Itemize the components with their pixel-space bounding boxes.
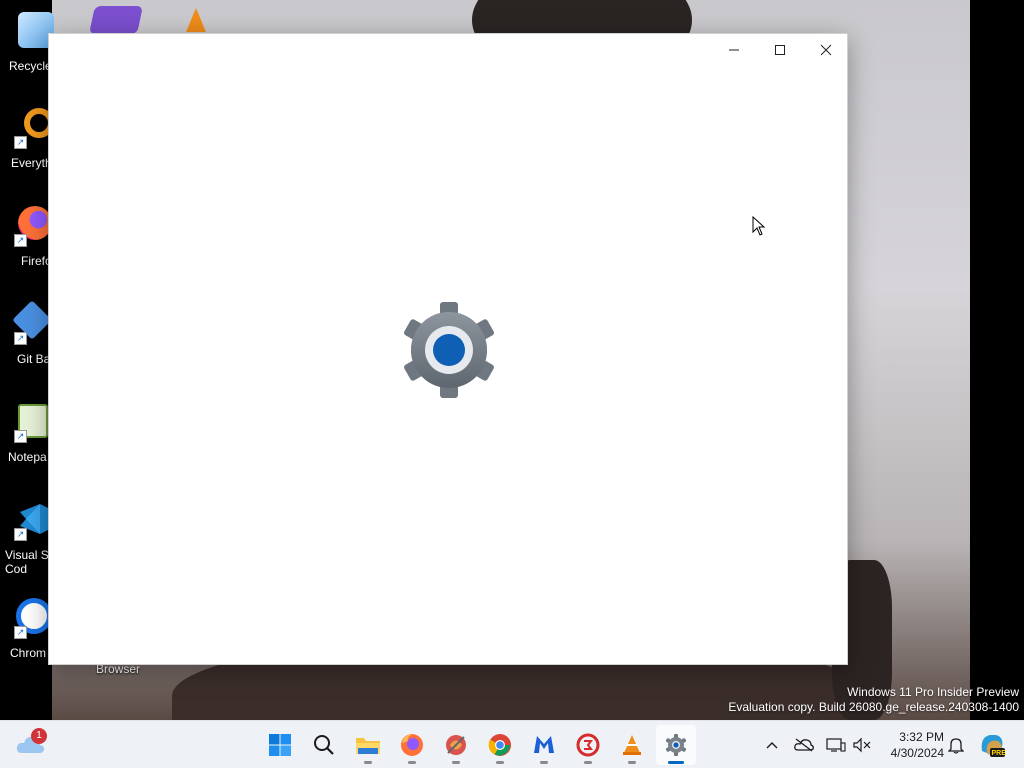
settings-window[interactable] (48, 33, 848, 665)
taskbar: 3:32 PM 4/30/2024 PRE (0, 720, 1024, 768)
desktop-icon-vscode[interactable]: ↗ Visual St Cod (0, 490, 52, 590)
desktop-icon-notepad-plus-plus[interactable]: ↗ Notepa (0, 392, 52, 488)
firefox-icon (401, 734, 423, 756)
desktop-icon-recycle-bin[interactable]: Recycle (0, 2, 54, 98)
desktop-icon-firefox[interactable]: ↗ Firefo (0, 196, 52, 292)
taskbar-start[interactable] (260, 725, 300, 765)
settings-gear-icon (665, 734, 687, 756)
taskbar-file-explorer[interactable] (348, 725, 388, 765)
tray-volume[interactable] (850, 733, 874, 757)
vlc-icon[interactable] (186, 8, 206, 32)
watermark-line-1: Windows 11 Pro Insider Preview (847, 685, 1019, 699)
ccleaner-icon (446, 735, 466, 755)
close-icon (820, 44, 832, 56)
chevron-up-icon (766, 742, 778, 749)
chrome-icon (488, 734, 511, 756)
close-button[interactable] (803, 34, 849, 66)
folder-icon (356, 738, 380, 754)
taskbar-firefox[interactable] (392, 725, 432, 765)
bell-icon (948, 738, 964, 754)
shortcut-arrow-icon: ↗ (14, 626, 27, 639)
volume-muted-icon (853, 737, 871, 753)
visual-studio-icon[interactable] (89, 6, 143, 34)
evaluation-watermark: Windows 11 Pro Insider Preview Evaluatio… (728, 685, 1019, 715)
windows-start-icon (269, 734, 291, 756)
clock-date: 4/30/2024 (890, 746, 944, 760)
desktop-icon-chrome[interactable]: ↗ Chrom (0, 588, 52, 684)
onedrive-offline-icon (794, 738, 814, 752)
taskbar-recovery-app[interactable] (568, 725, 608, 765)
taskbar-malwarebytes[interactable] (524, 725, 564, 765)
malwarebytes-icon (534, 736, 554, 753)
vlc-icon (623, 735, 641, 755)
tray-copilot[interactable]: PRE (978, 731, 1006, 759)
maximize-button[interactable] (757, 34, 803, 66)
search-icon (314, 735, 334, 755)
desktop-icon-git-bash[interactable]: ↗ Git Ba (0, 294, 52, 390)
clock-time: 3:32 PM (899, 730, 944, 744)
taskbar-settings[interactable] (656, 725, 696, 765)
maximize-icon (775, 45, 785, 55)
minimize-button[interactable] (711, 34, 757, 66)
tray-show-hidden[interactable] (760, 733, 784, 757)
taskbar-vlc[interactable] (612, 725, 652, 765)
network-icon (826, 738, 846, 752)
desktop-icon-everything[interactable]: ↗ Everyth (0, 98, 54, 194)
shortcut-arrow-icon: ↗ (14, 528, 27, 541)
taskbar-clock[interactable]: 3:32 PM 4/30/2024 (880, 729, 944, 761)
shortcut-arrow-icon: ↗ (14, 430, 27, 443)
tray-notifications[interactable] (944, 733, 968, 757)
copilot-preview-icon: PRE (981, 735, 1007, 757)
minimize-icon (729, 49, 739, 51)
recovery-icon (576, 733, 600, 757)
shortcut-arrow-icon: ↗ (14, 234, 27, 247)
taskbar-chrome[interactable] (480, 725, 520, 765)
tray-network[interactable] (824, 733, 848, 757)
taskbar-search[interactable] (304, 725, 344, 765)
notification-badge: 1 (31, 728, 47, 744)
taskbar-ccleaner[interactable] (436, 725, 476, 765)
mouse-cursor-icon (752, 215, 766, 236)
shortcut-arrow-icon: ↗ (14, 136, 27, 149)
watermark-line-2: Evaluation copy. Build 26080.ge_release.… (728, 700, 1019, 714)
tray-onedrive[interactable] (792, 733, 816, 757)
svg-text:PRE: PRE (992, 750, 1007, 757)
settings-gear-icon (399, 300, 499, 400)
shortcut-arrow-icon: ↗ (14, 332, 27, 345)
